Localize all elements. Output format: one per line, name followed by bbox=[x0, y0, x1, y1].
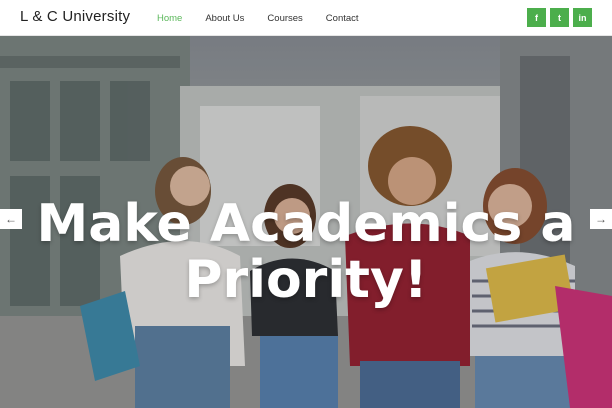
facebook-icon[interactable]: f bbox=[527, 8, 546, 27]
arrow-left-icon[interactable]: ← bbox=[0, 209, 22, 229]
hero-title-line-1: Make Academics a bbox=[36, 194, 576, 254]
nav-links: Home About Us Courses Contact bbox=[157, 13, 382, 24]
site-brand[interactable]: L & C University bbox=[20, 8, 130, 25]
navbar: L & C University Home About Us Courses C… bbox=[0, 0, 612, 36]
arrow-right-icon[interactable]: → bbox=[590, 209, 612, 229]
nav-courses[interactable]: Courses bbox=[267, 13, 302, 24]
nav-home[interactable]: Home bbox=[157, 13, 182, 24]
social-links: f t in bbox=[527, 8, 592, 27]
nav-about[interactable]: About Us bbox=[205, 13, 244, 24]
hero-title: Make Academics a Priority! bbox=[0, 196, 612, 308]
hero-title-line-2: Priority! bbox=[184, 250, 428, 310]
twitter-icon[interactable]: t bbox=[550, 8, 569, 27]
linkedin-icon[interactable]: in bbox=[573, 8, 592, 27]
nav-contact[interactable]: Contact bbox=[326, 13, 359, 24]
hero-carousel: Make Academics a Priority! bbox=[0, 36, 612, 408]
